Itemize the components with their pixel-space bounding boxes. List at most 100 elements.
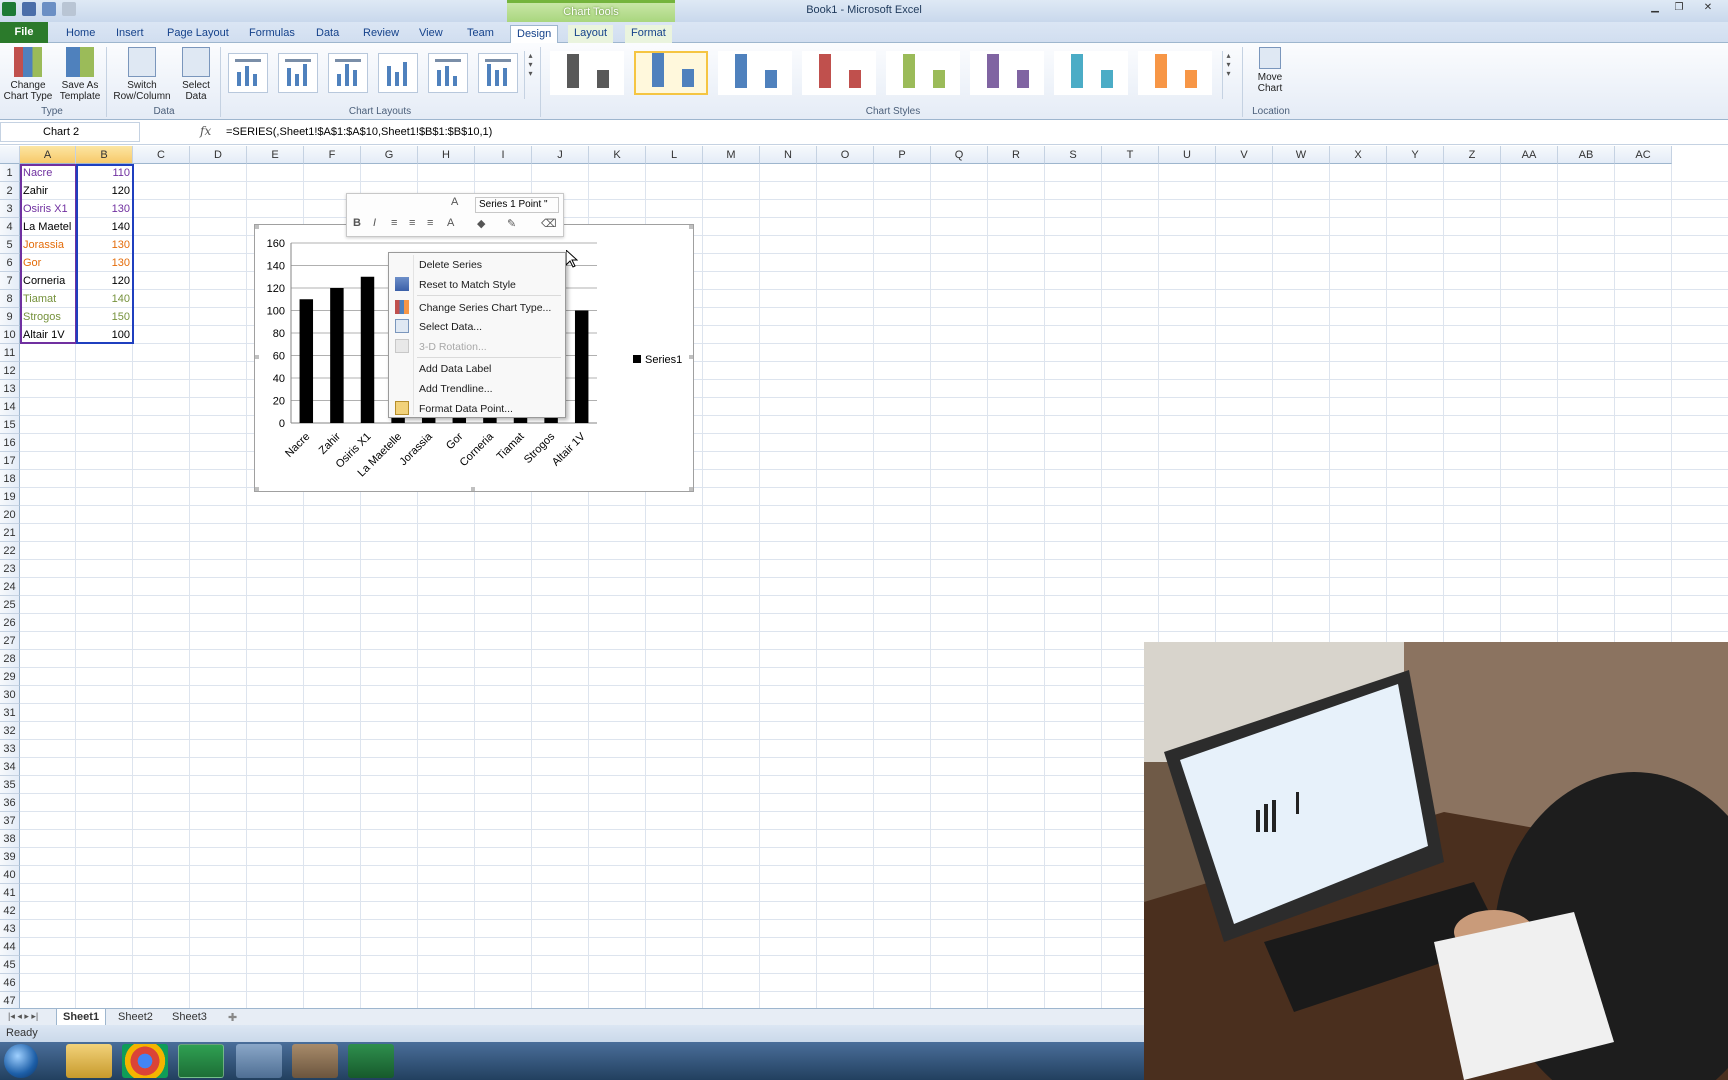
chart-style-5[interactable] — [886, 51, 960, 95]
row-header-32[interactable]: 32 — [0, 722, 20, 740]
explorer-taskbar-icon[interactable] — [66, 1044, 112, 1078]
row-header-10[interactable]: 10 — [0, 326, 20, 344]
tab-home[interactable]: Home — [60, 25, 101, 43]
tab-layout[interactable]: Layout — [568, 25, 614, 43]
column-header-z[interactable]: Z — [1444, 146, 1501, 164]
column-header-c[interactable]: C — [133, 146, 190, 164]
chart-style-2[interactable] — [634, 51, 708, 95]
series-selector[interactable]: Series 1 Point " — [475, 197, 559, 213]
row-header-4[interactable]: 4 — [0, 218, 20, 236]
row-header-41[interactable]: 41 — [0, 884, 20, 902]
row-header-33[interactable]: 33 — [0, 740, 20, 758]
row-header-17[interactable]: 17 — [0, 452, 20, 470]
row-header-35[interactable]: 35 — [0, 776, 20, 794]
font-grow-icon[interactable]: A — [451, 196, 458, 208]
column-header-b[interactable]: B — [76, 146, 133, 164]
chart-style-6[interactable] — [970, 51, 1044, 95]
chart-style-4[interactable] — [802, 51, 876, 95]
menu-item-add-trendline[interactable]: Add Trendline... — [419, 383, 493, 395]
start-button-icon[interactable] — [4, 1044, 38, 1078]
column-header-w[interactable]: W — [1273, 146, 1330, 164]
chart-layout-2[interactable] — [278, 53, 318, 93]
restore-icon[interactable]: ❐ — [1668, 1, 1690, 15]
row-header-31[interactable]: 31 — [0, 704, 20, 722]
column-header-g[interactable]: G — [361, 146, 418, 164]
row-header-18[interactable]: 18 — [0, 470, 20, 488]
tab-view[interactable]: View — [413, 25, 449, 43]
row-header-46[interactable]: 46 — [0, 974, 20, 992]
chrome-taskbar-icon[interactable] — [122, 1044, 168, 1078]
row-header-26[interactable]: 26 — [0, 614, 20, 632]
name-box[interactable]: Chart 2 — [0, 122, 140, 142]
row-header-37[interactable]: 37 — [0, 812, 20, 830]
row-header-30[interactable]: 30 — [0, 686, 20, 704]
column-header-e[interactable]: E — [247, 146, 304, 164]
chart-layout-1[interactable] — [228, 53, 268, 93]
tab-insert[interactable]: Insert — [110, 25, 150, 43]
chart-style-8[interactable] — [1138, 51, 1212, 95]
column-header-i[interactable]: I — [475, 146, 532, 164]
align-center-icon[interactable]: ≡ — [409, 217, 415, 229]
row-header-25[interactable]: 25 — [0, 596, 20, 614]
outline-color-icon[interactable]: ✎ — [507, 217, 516, 230]
bold-icon[interactable]: B — [353, 217, 361, 229]
format-painter-icon[interactable]: ⌫ — [541, 217, 557, 230]
tab-design[interactable]: Design — [510, 25, 559, 43]
column-header-h[interactable]: H — [418, 146, 475, 164]
switch-row-column-button[interactable]: Switch Row/Column — [110, 47, 174, 102]
tab-team[interactable]: Team — [461, 25, 500, 43]
italic-icon[interactable]: I — [373, 217, 376, 229]
row-header-22[interactable]: 22 — [0, 542, 20, 560]
tab-page-layout[interactable]: Page Layout — [161, 25, 235, 43]
row-header-40[interactable]: 40 — [0, 866, 20, 884]
column-header-l[interactable]: L — [646, 146, 703, 164]
game-taskbar-icon[interactable] — [292, 1044, 338, 1078]
column-header-ac[interactable]: AC — [1615, 146, 1672, 164]
column-header-a[interactable]: A — [20, 146, 76, 164]
column-header-p[interactable]: P — [874, 146, 931, 164]
tab-formulas[interactable]: Formulas — [243, 25, 301, 43]
row-header-20[interactable]: 20 — [0, 506, 20, 524]
column-header-m[interactable]: M — [703, 146, 760, 164]
save-as-template-button[interactable]: Save As Template — [56, 47, 104, 102]
chart-bar[interactable] — [360, 276, 375, 423]
align-right-icon[interactable]: ≡ — [427, 217, 433, 229]
column-header-aa[interactable]: AA — [1501, 146, 1558, 164]
app-taskbar-icon[interactable] — [236, 1044, 282, 1078]
column-header-o[interactable]: O — [817, 146, 874, 164]
column-header-v[interactable]: V — [1216, 146, 1273, 164]
row-header-21[interactable]: 21 — [0, 524, 20, 542]
row-header-23[interactable]: 23 — [0, 560, 20, 578]
tab-data[interactable]: Data — [310, 25, 345, 43]
column-header-ab[interactable]: AB — [1558, 146, 1615, 164]
row-header-44[interactable]: 44 — [0, 938, 20, 956]
row-header-27[interactable]: 27 — [0, 632, 20, 650]
chart-bar[interactable] — [574, 310, 589, 424]
row-header-1[interactable]: 1 — [0, 164, 20, 182]
tab-file[interactable]: File — [0, 22, 48, 43]
column-header-f[interactable]: F — [304, 146, 361, 164]
chart-layout-4[interactable] — [378, 53, 418, 93]
column-header-t[interactable]: T — [1102, 146, 1159, 164]
styles-scroll[interactable]: ▴ ▾ ▾ — [1222, 51, 1234, 99]
chart-style-3[interactable] — [718, 51, 792, 95]
column-header-q[interactable]: Q — [931, 146, 988, 164]
formula-input[interactable]: =SERIES(,Sheet1!$A$1:$A$10,Sheet1!$B$1:$… — [226, 126, 492, 138]
row-header-43[interactable]: 43 — [0, 920, 20, 938]
row-header-8[interactable]: 8 — [0, 290, 20, 308]
row-header-12[interactable]: 12 — [0, 362, 20, 380]
row-header-19[interactable]: 19 — [0, 488, 20, 506]
tab-format[interactable]: Format — [625, 25, 672, 43]
menu-item-reset-to-match-style[interactable]: Reset to Match Style — [419, 279, 516, 291]
chart-style-1[interactable] — [550, 51, 624, 95]
column-header-y[interactable]: Y — [1387, 146, 1444, 164]
row-header-15[interactable]: 15 — [0, 416, 20, 434]
row-header-34[interactable]: 34 — [0, 758, 20, 776]
excel-taskbar-icon[interactable] — [178, 1044, 224, 1078]
column-header-n[interactable]: N — [760, 146, 817, 164]
select-data-button[interactable]: Select Data — [176, 47, 216, 102]
font-color-icon[interactable]: A — [447, 217, 454, 229]
column-header-r[interactable]: R — [988, 146, 1045, 164]
row-header-39[interactable]: 39 — [0, 848, 20, 866]
row-header-9[interactable]: 9 — [0, 308, 20, 326]
